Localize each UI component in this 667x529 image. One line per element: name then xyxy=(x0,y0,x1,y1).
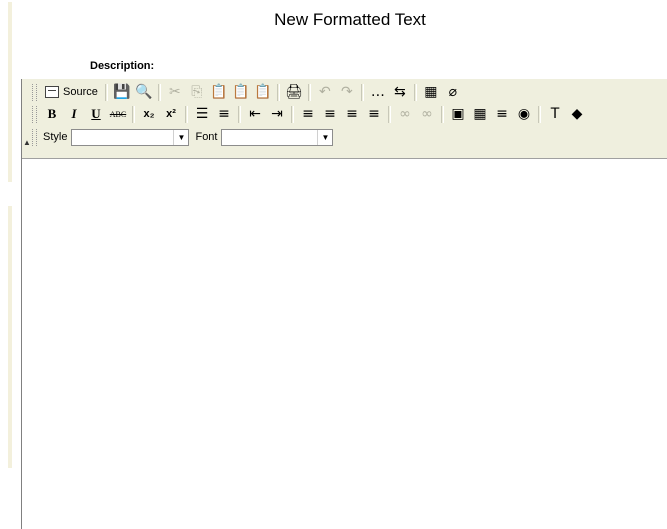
toolbar-separator xyxy=(413,83,417,101)
replace-icon[interactable]: ⇆ xyxy=(390,82,410,102)
align-left-icon[interactable]: ≡ xyxy=(298,104,318,124)
subscript-button[interactable]: x₂ xyxy=(139,104,159,124)
source-label: Source xyxy=(63,86,98,98)
toolbar-separator xyxy=(441,105,444,123)
chevron-down-icon: ▼ xyxy=(173,129,188,145)
toolbar-separator xyxy=(157,83,161,101)
toolbar-separator xyxy=(185,105,188,123)
editor-toolbar: ▲ Source 💾 🔍 ✂ ⎘ 📋 📋 📋 🖨 ↶ ↷ … ⇆ ▦ ⌀ B I… xyxy=(22,79,667,159)
toolbar-grip xyxy=(32,128,37,146)
strikethrough-button[interactable]: ABC xyxy=(108,104,128,124)
superscript-button[interactable]: x² xyxy=(161,104,181,124)
outdent-icon[interactable]: ⇤ xyxy=(245,104,265,124)
editor-content-area[interactable] xyxy=(22,159,667,529)
select-all-icon[interactable]: ▦ xyxy=(421,82,441,102)
ordered-list-icon[interactable]: ☰ xyxy=(192,104,212,124)
horizontal-rule-icon[interactable]: ≡ xyxy=(492,104,512,124)
italic-button[interactable]: I xyxy=(64,104,84,124)
print-icon[interactable]: 🖨 xyxy=(284,82,304,102)
preview-icon[interactable]: 🔍 xyxy=(134,82,154,102)
source-icon xyxy=(45,86,59,98)
toolbar-separator xyxy=(291,105,294,123)
toolbar-separator xyxy=(388,105,391,123)
text-color-icon[interactable]: T xyxy=(545,104,565,124)
underline-button[interactable]: U xyxy=(86,104,106,124)
toolbar-separator xyxy=(104,83,108,101)
table-icon[interactable]: ▦ xyxy=(470,104,490,124)
toolbar-separator xyxy=(360,83,364,101)
link-icon[interactable]: ∞ xyxy=(395,104,415,124)
left-frame-strip-bottom xyxy=(8,206,12,468)
save-icon[interactable]: 💾 xyxy=(112,82,132,102)
cut-icon[interactable]: ✂ xyxy=(165,82,185,102)
paste-icon[interactable]: 📋 xyxy=(209,82,229,102)
redo-icon[interactable]: ↷ xyxy=(337,82,357,102)
source-button[interactable]: Source xyxy=(42,82,101,102)
rich-text-editor: ▲ Source 💾 🔍 ✂ ⎘ 📋 📋 📋 🖨 ↶ ↷ … ⇆ ▦ ⌀ B I… xyxy=(21,79,667,529)
page-title: New Formatted Text xyxy=(274,10,426,29)
copy-icon[interactable]: ⎘ xyxy=(187,82,207,102)
toolbar-row-2: B I U ABC x₂ x² ☰ ≡ ⇤ ⇥ ≡ ≡ ≡ ≡ ∞ ∞ ▣ ▦ … xyxy=(30,103,588,125)
toolbar-grip xyxy=(32,105,37,123)
undo-icon[interactable]: ↶ xyxy=(315,82,335,102)
find-icon[interactable]: … xyxy=(368,82,388,102)
description-label: Description: xyxy=(90,60,155,72)
style-label: Style xyxy=(43,131,68,143)
image-icon[interactable]: ▣ xyxy=(448,104,468,124)
toolbar-row-3: Style ▼ Font ▼ xyxy=(30,126,337,148)
justify-icon[interactable]: ≡ xyxy=(364,104,384,124)
toolbar-grip xyxy=(32,83,37,101)
style-select[interactable]: ▼ xyxy=(71,128,190,146)
toolbar-separator xyxy=(276,83,280,101)
toolbar-separator xyxy=(538,105,541,123)
indent-icon[interactable]: ⇥ xyxy=(267,104,287,124)
bold-button[interactable]: B xyxy=(42,104,62,124)
unlink-icon[interactable]: ∞ xyxy=(417,104,437,124)
remove-format-icon[interactable]: ⌀ xyxy=(443,82,463,102)
toolbar-separator xyxy=(132,105,135,123)
toolbar-separator xyxy=(238,105,241,123)
paste-word-icon[interactable]: 📋 xyxy=(253,82,273,102)
font-select[interactable]: ▼ xyxy=(221,128,334,146)
unordered-list-icon[interactable]: ≡ xyxy=(214,104,234,124)
paste-text-icon[interactable]: 📋 xyxy=(231,82,251,102)
chevron-down-icon: ▼ xyxy=(317,129,332,145)
background-color-icon[interactable]: ◆ xyxy=(567,104,587,124)
align-center-icon[interactable]: ≡ xyxy=(320,104,340,124)
align-right-icon[interactable]: ≡ xyxy=(342,104,362,124)
font-label: Font xyxy=(195,131,218,143)
special-char-icon[interactable]: ◉ xyxy=(514,104,534,124)
toolbar-row-1: Source 💾 🔍 ✂ ⎘ 📋 📋 📋 🖨 ↶ ↷ … ⇆ ▦ ⌀ xyxy=(30,81,464,103)
toolbar-separator xyxy=(307,83,311,101)
